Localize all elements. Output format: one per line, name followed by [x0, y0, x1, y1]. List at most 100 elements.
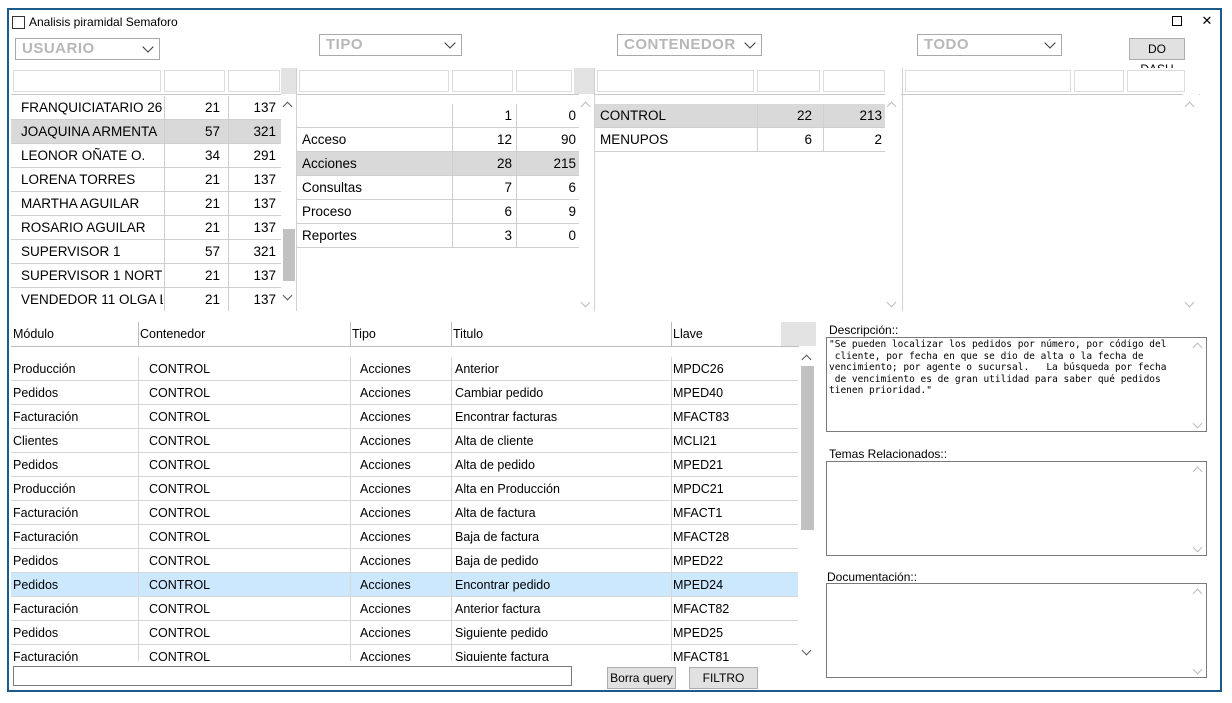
tipos-scrollbar[interactable] — [579, 94, 594, 311]
contenedores-scrollbar[interactable] — [885, 94, 901, 311]
temas-textarea[interactable] — [826, 461, 1207, 556]
contenedor-row[interactable]: CONTROL 22 213 — [595, 104, 885, 128]
usuario-count-a: 21 — [204, 172, 220, 187]
table-row[interactable]: Pedidos CONTROL Acciones Cambiar pedido MPED… — [11, 381, 798, 405]
do-dash-button[interactable]: DO DASH — [1129, 38, 1185, 76]
col-header-llave[interactable]: Llave — [673, 327, 703, 341]
table-row[interactable]: Facturación CONTROL Acciones Anterior factu… — [11, 597, 798, 621]
contenedor-row[interactable]: MENUPOS 6 2 — [595, 128, 885, 152]
scrollbar-thumb[interactable] — [801, 366, 814, 530]
tipo-name: Acceso — [302, 132, 347, 147]
scroll-down-icon[interactable] — [1192, 542, 1203, 553]
scroll-down-icon[interactable] — [282, 290, 293, 301]
usuario-dropdown[interactable]: USUARIO — [15, 38, 160, 60]
temas-scrollbar[interactable] — [1192, 464, 1204, 553]
usuario-row[interactable]: MARTHA AGUILAR 21 137 — [11, 192, 281, 216]
col-header-titulo[interactable]: Titulo — [453, 327, 483, 341]
scroll-up-icon[interactable] — [1192, 466, 1203, 477]
scroll-up-icon[interactable] — [580, 101, 591, 112]
todo-scrollbar[interactable] — [1183, 94, 1199, 311]
tipo-dropdown[interactable]: TIPO — [319, 34, 462, 56]
column-separator — [671, 549, 672, 573]
filtro-button[interactable]: FILTRO — [689, 667, 758, 689]
usuario-count-b: 291 — [253, 148, 276, 163]
scroll-up-icon[interactable] — [282, 101, 293, 112]
table-row[interactable]: Producción CONTROL Acciones Anterior MPDC26 — [11, 357, 798, 381]
maximize-button[interactable] — [1169, 13, 1185, 29]
usuario-row[interactable]: FRANQUICIATARIO 26 21 137 — [11, 96, 281, 120]
usuario-row[interactable]: JOAQUINA ARMENTA 57 321 — [11, 120, 281, 144]
borra-query-button[interactable]: Borra query — [607, 667, 676, 689]
scrollbar-thumb[interactable] — [283, 229, 295, 281]
todo-header-cell — [905, 70, 1071, 92]
descripcion-scrollbar[interactable] — [1192, 340, 1204, 429]
cell-titulo: Siguiente pedido — [455, 626, 549, 640]
table-row[interactable]: Pedidos CONTROL Acciones Encontrar pedido MP… — [11, 573, 798, 597]
scroll-up-icon[interactable] — [886, 101, 897, 112]
usuario-row[interactable]: SUPERVISOR 1 57 321 — [11, 240, 281, 264]
table-row[interactable]: Facturación CONTROL Acciones Siguiente fact… — [11, 645, 798, 661]
tipo-row[interactable]: Acceso 12 90 — [297, 128, 579, 152]
documentacion-scrollbar[interactable] — [1192, 586, 1204, 675]
grid-scrollbar[interactable] — [799, 346, 816, 661]
scroll-up-icon[interactable] — [1184, 101, 1195, 112]
scroll-up-icon[interactable] — [801, 354, 812, 365]
usuario-row[interactable]: SUPERVISOR 1 NORTE 21 137 — [11, 264, 281, 288]
table-row[interactable]: Producción CONTROL Acciones Alta en Producc… — [11, 477, 798, 501]
scroll-down-icon[interactable] — [1192, 418, 1203, 429]
scroll-down-icon[interactable] — [801, 645, 812, 656]
todo-dropdown[interactable]: TODO — [917, 34, 1062, 56]
scroll-down-icon[interactable] — [886, 297, 897, 308]
cell-llave: MPED25 — [673, 626, 724, 640]
table-row[interactable]: Pedidos CONTROL Acciones Baja de pedido MPED… — [11, 549, 798, 573]
usuarios-scrollbar[interactable] — [281, 94, 296, 311]
tipo-row[interactable]: Consultas 7 6 — [297, 176, 579, 200]
cell-tipo: Acciones — [360, 578, 411, 592]
usuario-row[interactable]: LEONOR OÑATE O. 34 291 — [11, 144, 281, 168]
contenedor-count-a: 6 — [804, 132, 812, 147]
table-row[interactable]: Pedidos CONTROL Acciones Alta de pedido MPED… — [11, 453, 798, 477]
cell-titulo: Baja de pedido — [455, 554, 539, 568]
descripcion-textarea[interactable]: "Se pueden localizar los pedidos por núm… — [826, 337, 1207, 432]
cell-modulo: Pedidos — [13, 578, 59, 592]
table-row[interactable]: Pedidos CONTROL Acciones Siguiente pedido MP… — [11, 621, 798, 645]
scroll-up-icon[interactable] — [1192, 588, 1203, 599]
table-row[interactable]: Facturación CONTROL Acciones Baja de factur… — [11, 525, 798, 549]
close-button[interactable]: ✕ — [1199, 13, 1215, 29]
table-row[interactable]: Clientes CONTROL Acciones Alta de cliente MC… — [11, 429, 798, 453]
scroll-down-icon[interactable] — [1184, 297, 1195, 308]
grid-header: Módulo Contenedor Tipo Titulo Llave — [11, 322, 816, 347]
column-separator — [671, 405, 672, 429]
col-header-modulo[interactable]: Módulo — [13, 327, 54, 341]
tipo-row[interactable]: Proceso 6 9 — [297, 200, 579, 224]
col-header-tipo[interactable]: Tipo — [352, 327, 376, 341]
table-row[interactable]: Facturación CONTROL Acciones Alta de factur… — [11, 501, 798, 525]
scroll-down-icon[interactable] — [1192, 664, 1203, 675]
window-checkbox[interactable] — [12, 15, 25, 29]
column-separator — [350, 501, 351, 525]
column-separator — [671, 645, 672, 661]
table-row[interactable]: Facturación CONTROL Acciones Encontrar fact… — [11, 405, 798, 429]
col-header-contenedor[interactable]: Contenedor — [140, 327, 205, 341]
cell-contenedor: CONTROL — [149, 578, 211, 592]
tipo-row[interactable]: Acciones 28 215 — [297, 152, 579, 176]
cell-tipo: Acciones — [360, 626, 411, 640]
usuario-row[interactable]: VENDEDOR 11 OLGA L 21 137 — [11, 288, 281, 311]
cell-contenedor: CONTROL — [149, 386, 211, 400]
scroll-down-icon[interactable] — [580, 297, 591, 308]
column-separator — [228, 120, 229, 144]
usuario-count-a: 21 — [204, 100, 220, 115]
tipo-row[interactable]: 10 — [297, 104, 579, 128]
cell-titulo: Anterior factura — [455, 602, 541, 616]
contenedor-dropdown[interactable]: CONTENEDOR — [617, 34, 762, 56]
tipo-row[interactable]: Reportes 3 0 — [297, 224, 579, 248]
column-separator — [228, 264, 229, 288]
query-input[interactable] — [13, 666, 572, 686]
cell-titulo: Alta de factura — [455, 506, 536, 520]
scroll-up-icon[interactable] — [1192, 342, 1203, 353]
column-separator — [138, 645, 139, 661]
documentacion-textarea[interactable] — [826, 583, 1207, 678]
usuario-row[interactable]: LORENA TORRES 21 137 — [11, 168, 281, 192]
usuario-row[interactable]: ROSARIO AGUILAR 21 137 — [11, 216, 281, 240]
column-separator — [138, 549, 139, 573]
